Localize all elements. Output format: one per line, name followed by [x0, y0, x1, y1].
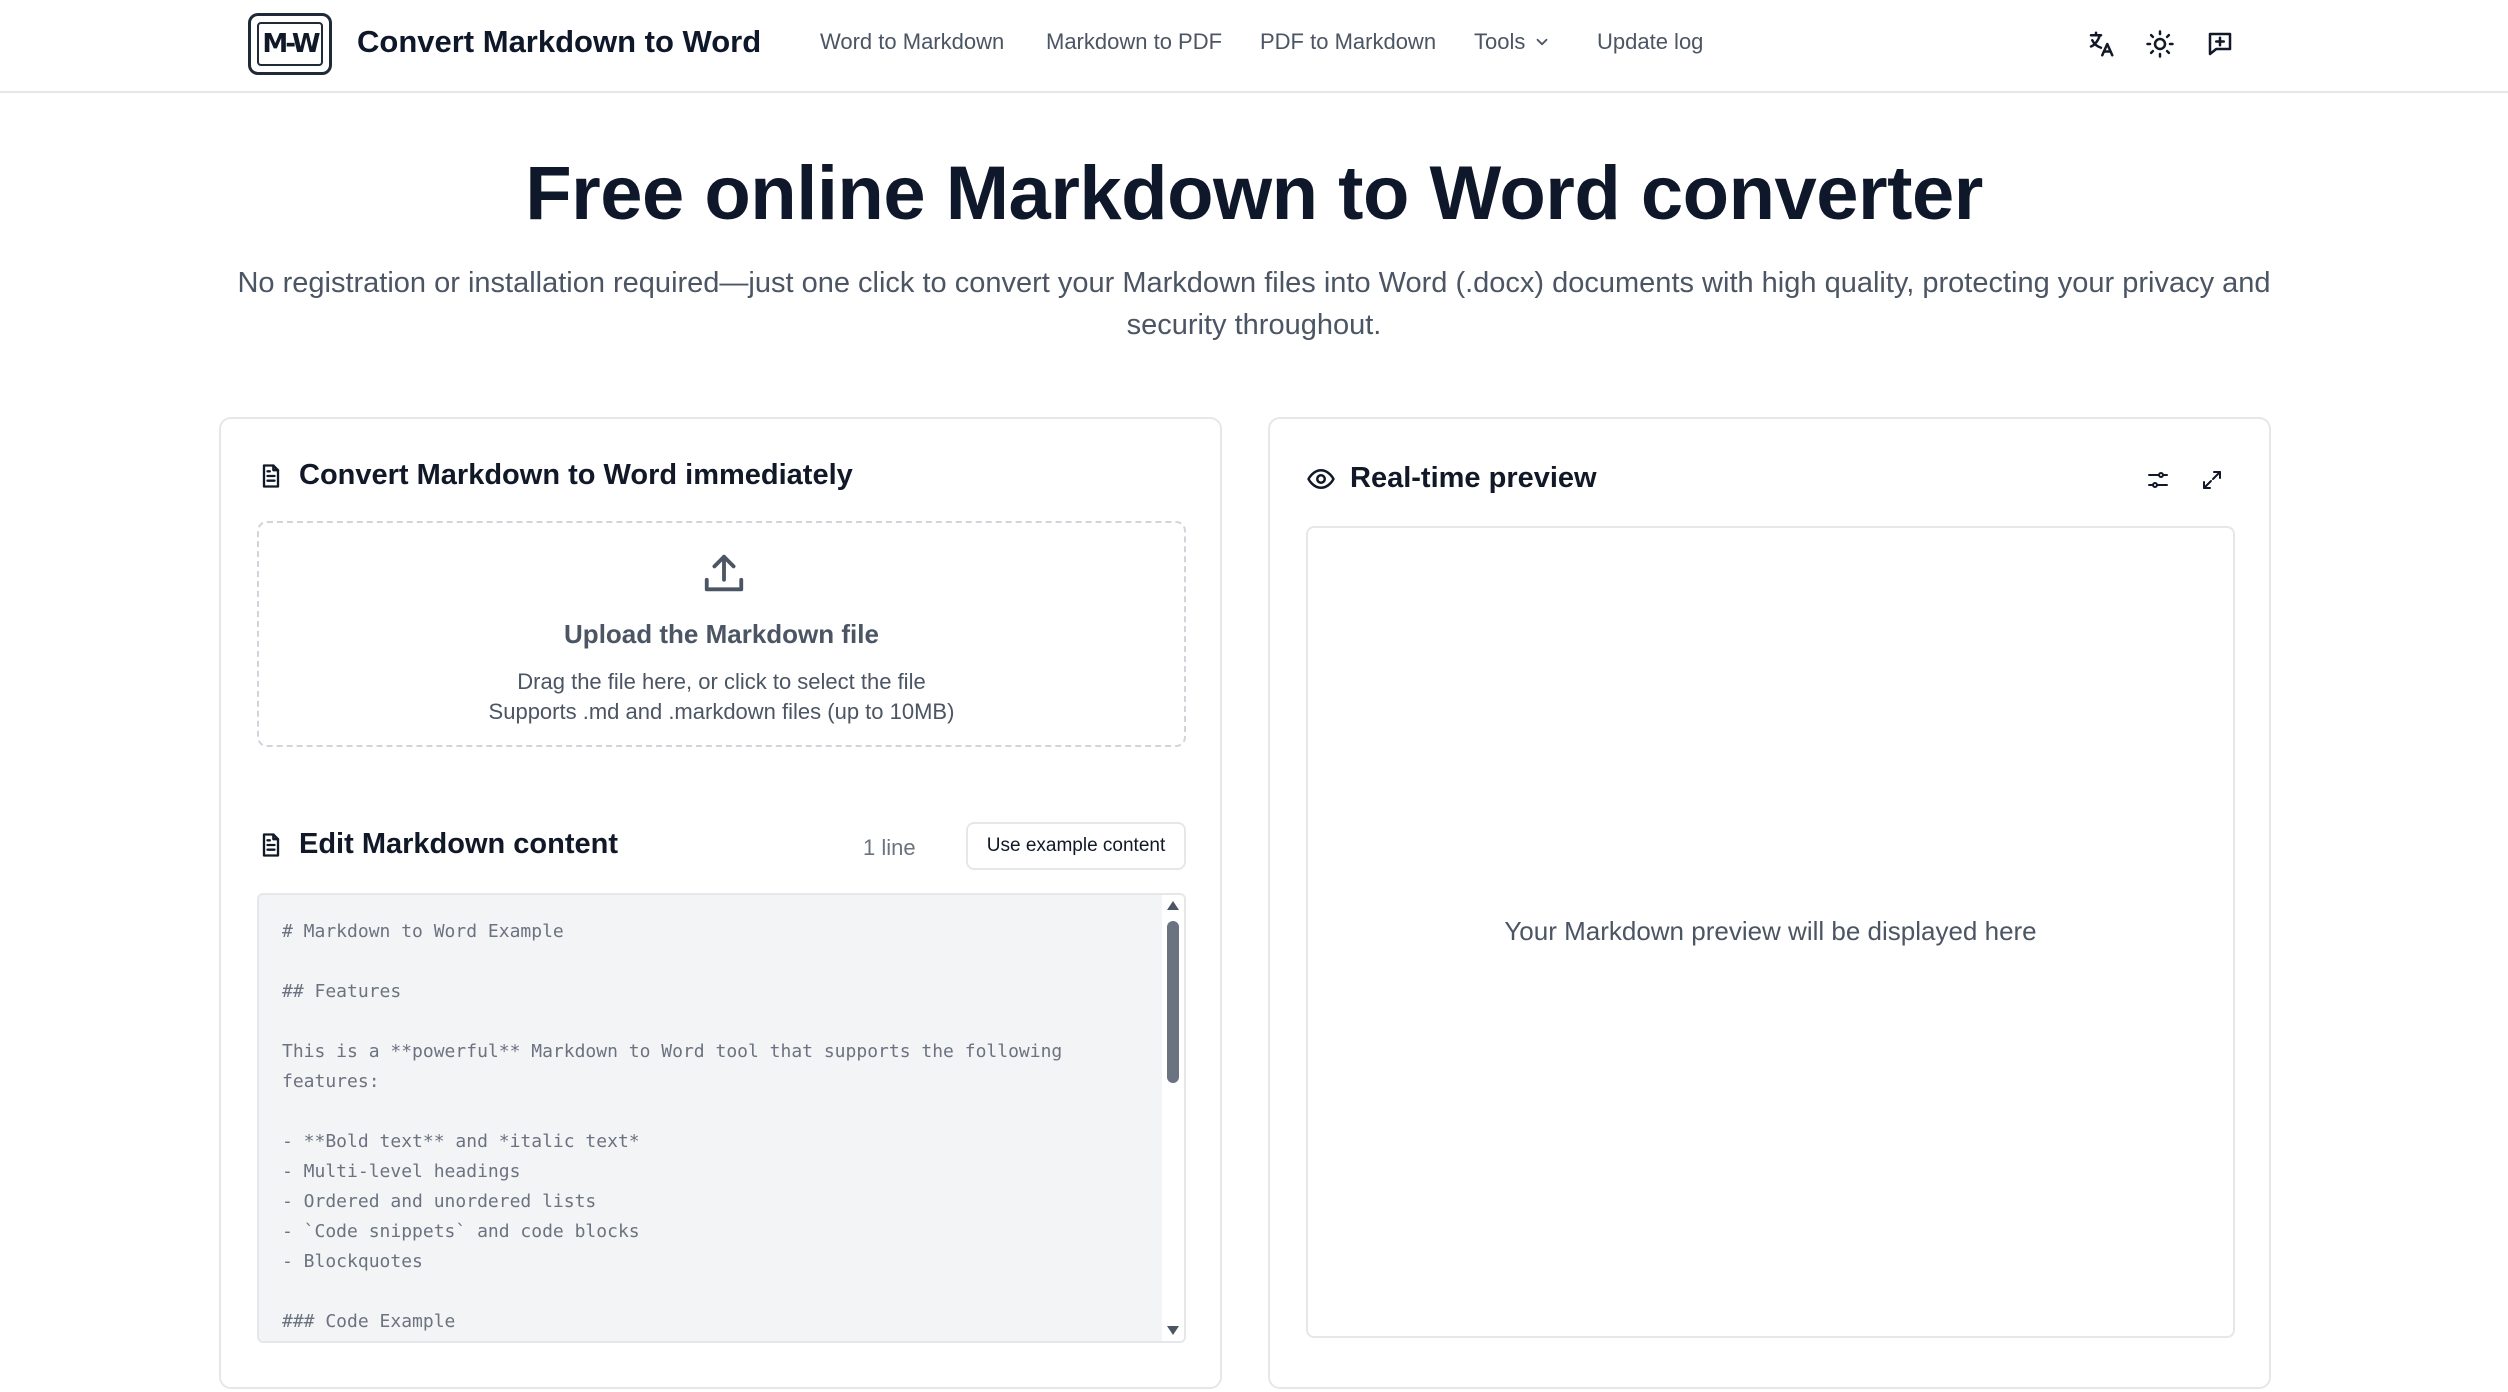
eye-icon	[1307, 468, 1335, 489]
line-count: 1 line	[863, 835, 916, 860]
nav-link-pdf-to-markdown[interactable]: PDF to Markdown	[1260, 29, 1436, 55]
site-logo[interactable]: M-W	[248, 13, 332, 75]
editor-title-text: Edit Markdown content	[299, 828, 618, 860]
chevron-down-icon	[1536, 38, 1548, 46]
nav-tools-dropdown[interactable]: Tools	[1474, 29, 1551, 55]
top-header: M-W Convert Markdown to Word Word to Mar…	[0, 0, 2508, 93]
logo-mark: M-W	[257, 22, 323, 66]
preview-area: Your Markdown preview will be displayed …	[1306, 526, 2235, 1338]
scrollbar-thumb[interactable]	[1167, 921, 1179, 1083]
preview-section-title: Real-time preview	[1306, 462, 1597, 495]
markdown-editor[interactable]: # Markdown to Word Example ## Features T…	[257, 893, 1186, 1343]
settings-sliders-icon[interactable]	[2140, 462, 2176, 498]
page-subtitle: No registration or installation required…	[237, 267, 2271, 341]
nav-link-update-log[interactable]: Update log	[1597, 29, 1703, 55]
document-icon	[262, 832, 280, 857]
feedback-icon[interactable]	[2200, 24, 2240, 64]
upload-hint: Drag the file here, or click to select t…	[517, 669, 926, 694]
nav-link-word-to-markdown[interactable]: Word to Markdown	[820, 29, 1004, 55]
use-example-button[interactable]: Use example content	[966, 822, 1186, 870]
scroll-up-arrow-icon[interactable]	[1167, 901, 1179, 910]
translate-icon[interactable]	[2081, 24, 2121, 64]
page-title: Free online Markdown to Word converter	[525, 151, 1983, 236]
site-brand-title[interactable]: Convert Markdown to Word	[357, 24, 761, 60]
sun-icon[interactable]	[2140, 24, 2180, 64]
converter-section-title: Convert Markdown to Word immediately	[257, 459, 853, 492]
upload-icon	[704, 554, 744, 592]
preview-title-text: Real-time preview	[1350, 462, 1597, 494]
document-icon	[262, 463, 280, 488]
converter-card: Convert Markdown to Word immediately Upl…	[219, 417, 1222, 1389]
editor-section-title: Edit Markdown content	[257, 828, 618, 861]
upload-support-note: Supports .md and .markdown files (up to …	[488, 699, 955, 724]
nav-tools-label: Tools	[1474, 29, 1526, 54]
upload-title: Upload the Markdown file	[564, 619, 879, 649]
markdown-editor-text[interactable]: # Markdown to Word Example ## Features T…	[282, 917, 1122, 1337]
preview-card: Real-time preview Your Markdown preview …	[1268, 417, 2271, 1389]
editor-scrollbar[interactable]	[1162, 895, 1184, 1341]
expand-icon[interactable]	[2194, 462, 2230, 498]
scroll-down-arrow-icon[interactable]	[1167, 1326, 1179, 1335]
converter-title-text: Convert Markdown to Word immediately	[299, 459, 853, 491]
preview-placeholder: Your Markdown preview will be displayed …	[1504, 916, 2037, 946]
upload-dropzone[interactable]: Upload the Markdown file Drag the file h…	[257, 521, 1186, 747]
nav-link-markdown-to-pdf[interactable]: Markdown to PDF	[1046, 29, 1222, 55]
